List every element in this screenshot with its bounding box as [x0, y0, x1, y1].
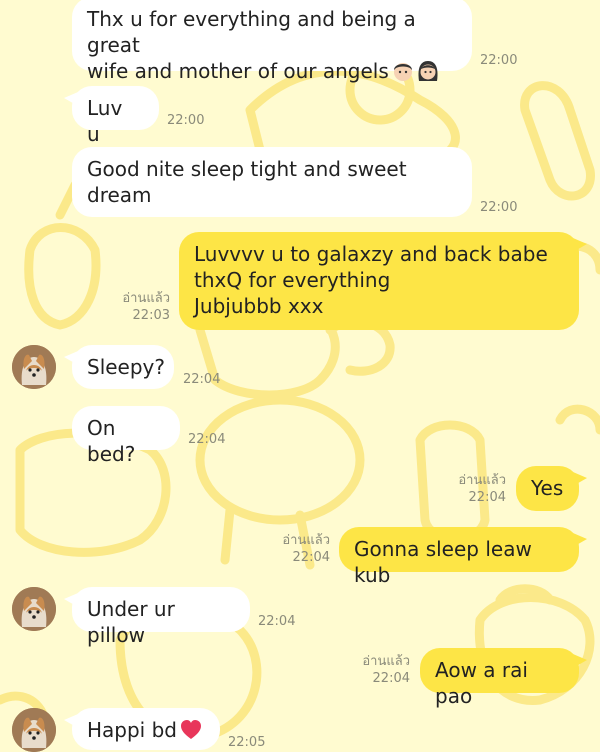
chat-message-list[interactable]: Thx u for everything and being a great w…	[0, 0, 600, 752]
message-text: Under ur pillow	[87, 597, 182, 647]
heart-icon	[180, 718, 202, 742]
message-time: 22:00	[167, 113, 205, 128]
message-bubble[interactable]: Luv u	[64, 86, 159, 146]
message-text: Sleepy?	[87, 355, 166, 379]
message-bubble[interactable]: Thx u for everything and being a great w…	[72, 0, 472, 83]
message-meta: อ่านแล้ว 22:04	[340, 653, 410, 687]
message-bubble[interactable]: Sleepy?	[64, 345, 174, 389]
message-meta: อ่านแล้ว 22:03	[100, 290, 170, 324]
message-time: 22:04	[258, 614, 296, 629]
message-time: 22:00	[480, 200, 518, 215]
message-bubble[interactable]: Luvvvv u to galaxzy and back babe thxQ f…	[179, 232, 587, 330]
message-text: Luvvvv u to galaxzy and back babe thxQ f…	[194, 242, 548, 318]
message-meta: อ่านแล้ว 22:04	[436, 472, 506, 506]
shiba-dog-avatar[interactable]	[12, 587, 56, 631]
message-text: Happi bd	[87, 718, 177, 742]
message-bubble[interactable]: Happi bd	[64, 708, 220, 750]
read-receipt: อ่านแล้ว	[282, 533, 330, 548]
woman-face-icon	[417, 59, 439, 83]
message-time: 22:03	[132, 308, 170, 323]
shiba-dog-avatar[interactable]	[12, 708, 56, 752]
message-bubble[interactable]: Under ur pillow	[64, 587, 250, 647]
message-text: Gonna sleep leaw kub	[354, 537, 539, 587]
message-time: 22:04	[372, 671, 410, 686]
message-text: Thx u for everything and being a great w…	[87, 7, 416, 83]
message-bubble[interactable]: Aow a rai pao	[420, 648, 587, 708]
shiba-dog-avatar[interactable]	[12, 345, 56, 389]
message-bubble[interactable]: Yes	[516, 466, 587, 511]
message-bubble[interactable]: Gonna sleep leaw kub	[339, 527, 587, 587]
message-text: Aow a rai pao	[435, 658, 535, 708]
read-receipt: อ่านแล้ว	[362, 654, 410, 669]
read-receipt: อ่านแล้ว	[122, 291, 170, 306]
message-text: Good nite sleep tight and sweet dream	[87, 157, 407, 207]
message-text: Yes	[531, 476, 564, 500]
message-time: 22:00	[480, 53, 518, 68]
message-time: 22:05	[228, 735, 266, 750]
message-time: 22:04	[292, 550, 330, 565]
message-time: 22:04	[188, 432, 226, 447]
message-bubble[interactable]: Good nite sleep tight and sweet dream	[72, 147, 472, 217]
message-time: 22:04	[183, 372, 221, 387]
message-text: Luv u	[87, 96, 136, 146]
man-face-icon	[392, 59, 414, 83]
read-receipt: อ่านแล้ว	[458, 473, 506, 488]
message-text: On bed?	[87, 416, 136, 466]
message-bubble[interactable]: On bed?	[72, 406, 180, 466]
message-time: 22:04	[468, 490, 506, 505]
message-meta: อ่านแล้ว 22:04	[260, 532, 330, 566]
